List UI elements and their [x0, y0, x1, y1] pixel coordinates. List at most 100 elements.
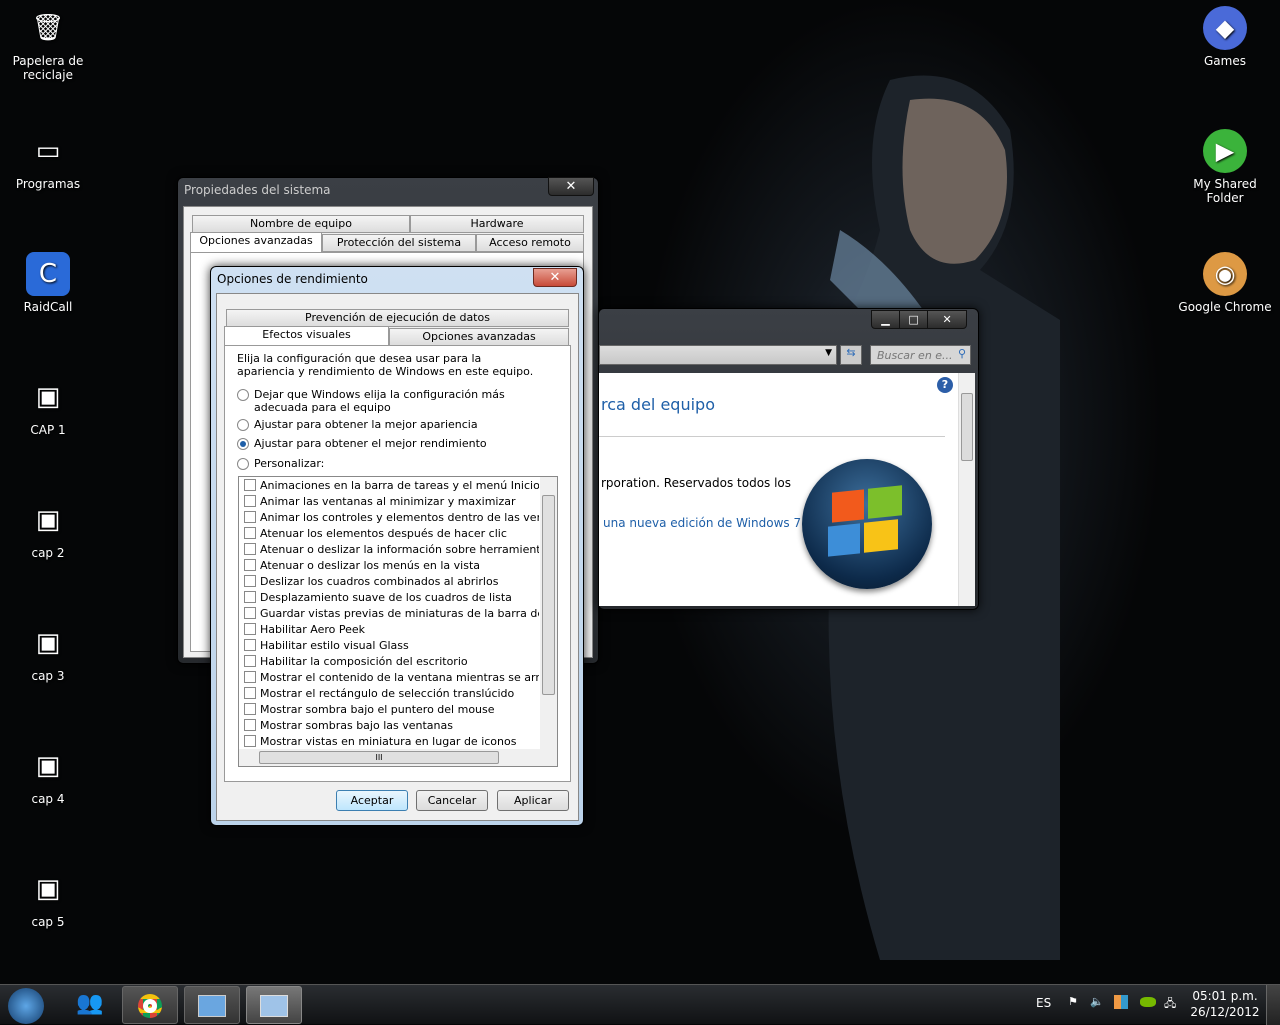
effect-checkbox-item[interactable]: Mostrar sombra bajo el puntero del mouse	[244, 701, 539, 717]
radio-button[interactable]	[237, 419, 249, 431]
close-button[interactable]: ✕	[533, 268, 577, 287]
effect-checkbox-item[interactable]: Animar los controles y elementos dentro …	[244, 509, 539, 525]
effect-checkbox-item[interactable]: Animar las ventanas al minimizar y maxim…	[244, 493, 539, 509]
checkbox[interactable]	[244, 639, 256, 651]
close-button[interactable]: ✕	[927, 311, 966, 328]
search-input[interactable]: Buscar en e... ⚲	[870, 345, 971, 365]
refresh-icon[interactable]: ⇆	[840, 345, 862, 365]
apply-button[interactable]: Aplicar	[497, 790, 569, 811]
effect-checkbox-item[interactable]: Habilitar la composición del escritorio	[244, 653, 539, 669]
taskbar: 👥 ES ⚑ 🔈 🖧 05:01 p.m. 26/12/2012	[0, 984, 1280, 1025]
checkbox[interactable]	[244, 511, 256, 523]
checkbox[interactable]	[244, 719, 256, 731]
system-taskbar-button[interactable]	[246, 986, 302, 1024]
checkbox[interactable]	[244, 559, 256, 571]
desktop-icon-cap-1[interactable]: ▣ CAP 1	[3, 375, 93, 437]
checkbox[interactable]	[244, 703, 256, 715]
effect-checkbox-item[interactable]: Guardar vistas previas de miniaturas de …	[244, 605, 539, 621]
checkbox[interactable]	[244, 591, 256, 603]
desktop-icon-cap-2[interactable]: ▣ cap 2	[3, 498, 93, 560]
effect-label: Habilitar Aero Peek	[260, 622, 365, 636]
radio-option[interactable]: Ajustar para obtener el mejor rendimient…	[237, 437, 557, 450]
desktop-icon-cap-5[interactable]: ▣ cap 5	[3, 867, 93, 929]
ok-button[interactable]: Aceptar	[336, 790, 408, 811]
volume-icon[interactable]: 🔈	[1090, 995, 1104, 1008]
checkbox[interactable]	[244, 735, 256, 747]
chrome-taskbar-button[interactable]	[122, 986, 178, 1024]
effect-checkbox-item[interactable]: Habilitar Aero Peek	[244, 621, 539, 637]
effect-checkbox-item[interactable]: Mostrar el rectángulo de selección trans…	[244, 685, 539, 701]
radio-option[interactable]: Dejar que Windows elija la configuración…	[237, 388, 557, 414]
effect-checkbox-item[interactable]: Atenuar o deslizar los menús en la vista	[244, 557, 539, 573]
vertical-scrollbar[interactable]	[540, 477, 557, 750]
clock-time[interactable]: 05:01 p.m.	[1190, 989, 1260, 1003]
effect-checkbox-item[interactable]: Desplazamiento suave de los cuadros de l…	[244, 589, 539, 605]
nvidia-icon[interactable]	[1140, 997, 1156, 1007]
checkbox[interactable]	[244, 655, 256, 667]
messenger-icon[interactable]: 👥	[62, 986, 118, 1024]
radio-label: Dejar que Windows elija la configuración…	[254, 388, 505, 414]
clock-date[interactable]: 26/12/2012	[1190, 1005, 1260, 1019]
tab-computer-name[interactable]: Nombre de equipo	[192, 215, 410, 233]
maximize-button[interactable]: □	[899, 311, 927, 328]
checkbox[interactable]	[244, 687, 256, 699]
tab-remote-access[interactable]: Acceso remoto	[476, 234, 584, 252]
radio-button[interactable]	[237, 389, 249, 401]
horizontal-scrollbar[interactable]: III	[239, 749, 557, 766]
chevron-down-icon[interactable]: ▼	[825, 348, 832, 358]
desktop-icon-raidcall[interactable]: C RaidCall	[3, 252, 93, 314]
network-icon[interactable]: 🖧	[1164, 995, 1176, 1014]
tab-data-execution-prevention[interactable]: Prevención de ejecución de datos	[226, 309, 569, 327]
desktop-icon-my-shared-folder[interactable]: ▶ My Shared Folder	[1175, 129, 1275, 205]
show-desktop-button[interactable]	[1266, 985, 1280, 1025]
page-heading: rca del equipo	[601, 395, 715, 414]
desktop-icon-cap-4[interactable]: ▣ cap 4	[3, 744, 93, 806]
start-button[interactable]	[8, 988, 44, 1024]
effect-checkbox-item[interactable]: Mostrar el contenido de la ventana mient…	[244, 669, 539, 685]
scroll-thumb[interactable]	[961, 393, 973, 461]
effect-checkbox-item[interactable]: Habilitar estilo visual Glass	[244, 637, 539, 653]
radio-button[interactable]	[237, 458, 249, 470]
avg-icon[interactable]	[1114, 995, 1128, 1009]
checkbox[interactable]	[244, 495, 256, 507]
help-icon[interactable]: ?	[937, 377, 953, 393]
action-center-flag-icon[interactable]: ⚑	[1068, 995, 1078, 1008]
checkbox[interactable]	[244, 543, 256, 555]
checkbox[interactable]	[244, 607, 256, 619]
checkbox[interactable]	[244, 479, 256, 491]
effect-checkbox-item[interactable]: Atenuar o deslizar la información sobre …	[244, 541, 539, 557]
search-icon[interactable]: ⚲	[958, 347, 966, 360]
desktop-icon-games[interactable]: ◆ Games	[1175, 6, 1275, 68]
tab-hardware[interactable]: Hardware	[410, 215, 584, 233]
scroll-thumb[interactable]: III	[259, 751, 499, 764]
checkbox[interactable]	[244, 527, 256, 539]
tab-advanced-options[interactable]: Opciones avanzadas	[389, 328, 569, 346]
scroll-thumb[interactable]	[542, 495, 555, 695]
address-bar[interactable]: ▼	[599, 345, 837, 365]
effect-checkbox-item[interactable]: Animaciones en la barra de tareas y el m…	[244, 477, 539, 493]
effect-checkbox-item[interactable]: Mostrar sombras bajo las ventanas	[244, 717, 539, 733]
control-panel-taskbar-button[interactable]	[184, 986, 240, 1024]
tab-visual-effects[interactable]: Efectos visuales	[224, 326, 389, 346]
checkbox[interactable]	[244, 671, 256, 683]
vertical-scrollbar[interactable]	[958, 373, 975, 606]
language-indicator[interactable]: ES	[1036, 996, 1051, 1010]
effect-checkbox-item[interactable]: Mostrar vistas en miniatura en lugar de …	[244, 733, 539, 749]
desktop-icon-google-chrome[interactable]: ◉ Google Chrome	[1175, 252, 1275, 314]
desktop-icon-cap-3[interactable]: ▣ cap 3	[3, 621, 93, 683]
minimize-button[interactable]: ▁	[872, 311, 899, 328]
radio-option[interactable]: Personalizar:	[237, 457, 557, 470]
checkbox[interactable]	[244, 575, 256, 587]
tab-advanced-options[interactable]: Opciones avanzadas	[190, 232, 322, 252]
radio-option[interactable]: Ajustar para obtener la mejor apariencia	[237, 418, 557, 431]
tab-system-protection[interactable]: Protección del sistema	[322, 234, 476, 252]
upgrade-link[interactable]: una nueva edición de Windows 7	[603, 516, 801, 530]
cancel-button[interactable]: Cancelar	[416, 790, 488, 811]
radio-button[interactable]	[237, 438, 249, 450]
desktop-icon-papelera-de-reciclaje[interactable]: 🗑 Papelera de reciclaje	[3, 6, 93, 82]
close-button[interactable]: ✕	[548, 177, 594, 196]
effect-checkbox-item[interactable]: Atenuar los elementos después de hacer c…	[244, 525, 539, 541]
effect-checkbox-item[interactable]: Deslizar los cuadros combinados al abrir…	[244, 573, 539, 589]
desktop-icon-programas[interactable]: ▭ Programas	[3, 129, 93, 191]
checkbox[interactable]	[244, 623, 256, 635]
